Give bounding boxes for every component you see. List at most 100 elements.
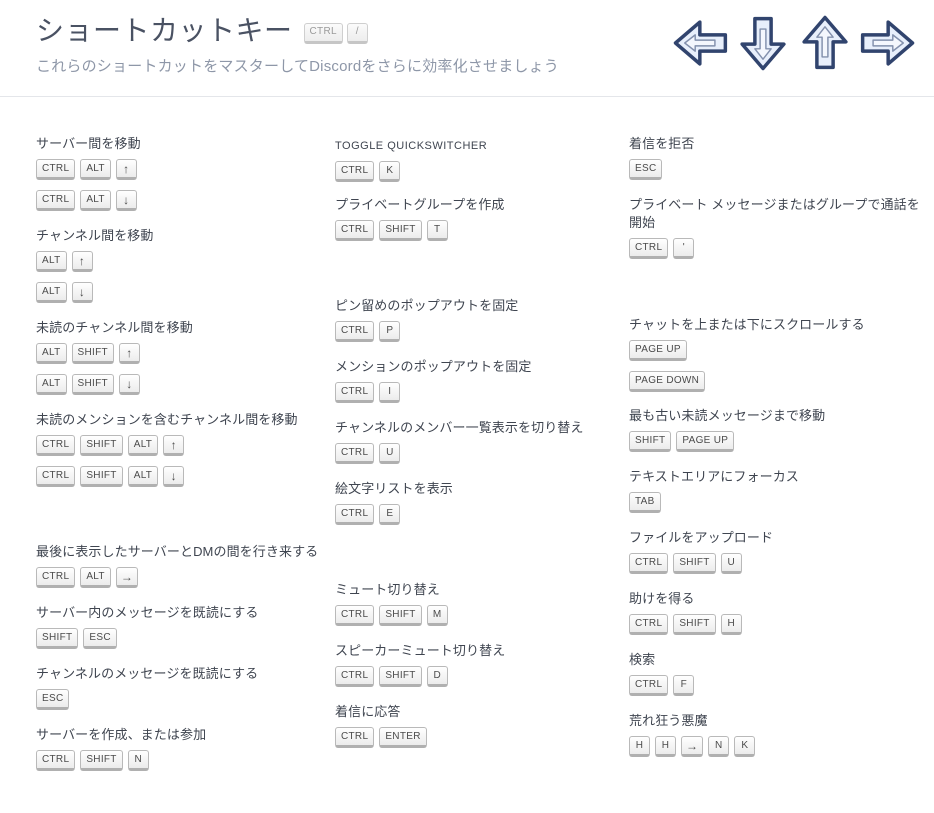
shortcut-label: TOGGLE QUICKSWITCHER [335, 140, 488, 152]
key-enter: ENTER [379, 727, 427, 748]
key-combo: CTRL ALT → [36, 567, 326, 588]
shortcut-entry: プライベート メッセージまたはグループで通話を開始 CTRL ' [629, 196, 924, 259]
key-alt: ALT [36, 282, 67, 303]
key-combo: CTRL ALT ↑ [36, 159, 326, 180]
key-ctrl: CTRL [36, 750, 76, 771]
key-combo: TAB [629, 492, 924, 513]
shortcut-label: チャンネル間を移動 [36, 228, 154, 243]
shortcut-entry: チャンネル間を移動 ALT ↑ ALT ↓ [36, 227, 326, 303]
shortcut-label: 未読のチャンネル間を移動 [36, 320, 193, 335]
shortcut-entry: 絵文字リストを表示 CTRL E [335, 480, 620, 525]
key-combo: CTRL ' [629, 238, 924, 259]
key-combo: CTRL F [629, 675, 924, 696]
key-combo: CTRL ALT ↓ [36, 190, 326, 211]
arrow-down-icon [734, 14, 792, 72]
shortcut-entry: チャンネルのメッセージを既読にする ESC [36, 665, 326, 710]
title-shortcut-keys: CTRL / [303, 19, 368, 44]
page-title: ショートカットキー [36, 15, 293, 46]
shortcut-entry: チャンネルのメンバー一覧表示を切り替え CTRL U [335, 419, 620, 464]
shortcut-label: サーバーを作成、または参加 [36, 727, 207, 742]
key-ctrl: CTRL [335, 382, 375, 403]
key-combo: CTRL U [335, 443, 620, 464]
key-ctrl: CTRL [335, 727, 375, 748]
shortcut-entry: テキストエリアにフォーカス TAB [629, 468, 924, 513]
shortcut-entry: 最も古い未読メッセージまで移動 SHIFT PAGE UP [629, 407, 924, 452]
key-combo: CTRL SHIFT ALT ↑ [36, 435, 326, 456]
shortcut-entry: ミュート切り替え CTRL SHIFT M [335, 581, 620, 626]
key-alt: ALT [36, 251, 67, 272]
key-alt: ALT [36, 374, 67, 395]
shortcut-label: 未読のメンションを含むチャンネル間を移動 [36, 412, 298, 427]
key-ctrl: CTRL [629, 553, 669, 574]
key-symbol: ' [673, 238, 695, 259]
key-arrow-down: ↓ [163, 466, 185, 487]
shortcut-label: ミュート切り替え [335, 582, 440, 597]
shortcut-entry: 最後に表示したサーバーとDMの間を行き来する CTRL ALT → [36, 543, 326, 588]
key-alt: ALT [127, 435, 159, 456]
key-combo: ESC [36, 689, 326, 710]
key-ctrl: CTRL [335, 666, 375, 687]
key-t: T [426, 220, 448, 241]
shortcut-label: 絵文字リストを表示 [335, 481, 453, 496]
key-shift: SHIFT [379, 220, 422, 241]
key-arrow-up: ↑ [115, 159, 137, 180]
arrow-left-icon [672, 14, 730, 72]
key-ctrl: CTRL [629, 614, 669, 635]
shortcut-entry: プライベートグループを作成 CTRL SHIFT T [335, 196, 620, 241]
shortcut-entry: スピーカーミュート切り替え CTRL SHIFT D [335, 642, 620, 687]
key-ctrl: CTRL [335, 220, 375, 241]
shortcut-entry: メンションのポップアウトを固定 CTRL I [335, 358, 620, 403]
shortcut-label: 荒れ狂う悪魔 [629, 713, 708, 728]
key-combo: ALT SHIFT ↓ [36, 374, 326, 395]
key-arrow-up: ↑ [163, 435, 185, 456]
shortcut-label: 最も古い未読メッセージまで移動 [629, 408, 826, 423]
shortcut-label: 着信に応答 [335, 704, 401, 719]
key-combo: PAGE DOWN [629, 371, 924, 392]
shortcut-entry: 荒れ狂う悪魔 H H → N K [629, 712, 924, 757]
key-shift: SHIFT [80, 466, 123, 487]
key-combo: ESC [629, 159, 924, 180]
key-ctrl: CTRL [36, 567, 76, 588]
key-page-up: PAGE UP [629, 340, 687, 361]
key-alt: ALT [80, 567, 111, 588]
key-h: H [655, 736, 676, 757]
key-combo: CTRL SHIFT ALT ↓ [36, 466, 326, 487]
key-esc: ESC [629, 159, 663, 180]
key-combo: CTRL SHIFT H [629, 614, 924, 635]
shortcut-entry: ファイルをアップロード CTRL SHIFT U [629, 529, 924, 574]
key-shift: SHIFT [71, 343, 114, 364]
key-n: N [127, 750, 149, 771]
key-combo: CTRL SHIFT M [335, 605, 620, 626]
key-symbol: / [346, 22, 368, 44]
key-combo: CTRL SHIFT U [629, 553, 924, 574]
key-ctrl: CTRL [335, 504, 375, 525]
arrow-right-icon [858, 14, 916, 72]
key-n: N [708, 736, 730, 757]
shortcut-label: チャットを上または下にスクロールする [629, 317, 865, 332]
key-page-up: PAGE UP [676, 431, 735, 452]
shortcut-label: ファイルをアップロード [629, 530, 774, 545]
key-combo: CTRL I [335, 382, 620, 403]
shortcut-label: チャンネルのメッセージを既読にする [36, 666, 259, 681]
key-p: P [379, 321, 401, 342]
page-header: ショートカットキー CTRL / これらのショートカットをマスターしてDiscor… [0, 0, 934, 97]
shortcut-label: チャンネルのメンバー一覧表示を切り替え [335, 420, 584, 435]
shortcut-label: スピーカーミュート切り替え [335, 643, 506, 658]
shortcut-label: 最後に表示したサーバーとDMの間を行き来する [36, 544, 319, 559]
shortcut-keys-page: ショートカットキー CTRL / これらのショートカットをマスターしてDiscor… [0, 0, 934, 813]
shortcut-entry: 検索 CTRL F [629, 651, 924, 696]
shortcuts-content: サーバー間を移動 CTRL ALT ↑ CTRL ALT ↓ チャンネル間を移動 ALT ↑ ALT… [0, 97, 934, 813]
key-h: H [629, 736, 650, 757]
key-shift: SHIFT [80, 435, 123, 456]
key-ctrl: CTRL [335, 321, 375, 342]
shortcut-label: メンションのポップアウトを固定 [335, 359, 532, 374]
shortcut-label: プライベートグループを作成 [335, 197, 505, 212]
shortcut-label: ピン留めのポップアウトを固定 [335, 298, 519, 313]
key-ctrl: CTRL [629, 238, 669, 259]
key-combo: CTRL ENTER [335, 727, 620, 748]
key-arrow-down: ↓ [115, 190, 137, 211]
key-ctrl: CTRL [36, 159, 76, 180]
key-shift: SHIFT [36, 628, 79, 649]
shortcut-entry: 未読のメンションを含むチャンネル間を移動 CTRL SHIFT ALT ↑ CTRL SHI… [36, 411, 326, 487]
key-tab: TAB [629, 492, 661, 513]
